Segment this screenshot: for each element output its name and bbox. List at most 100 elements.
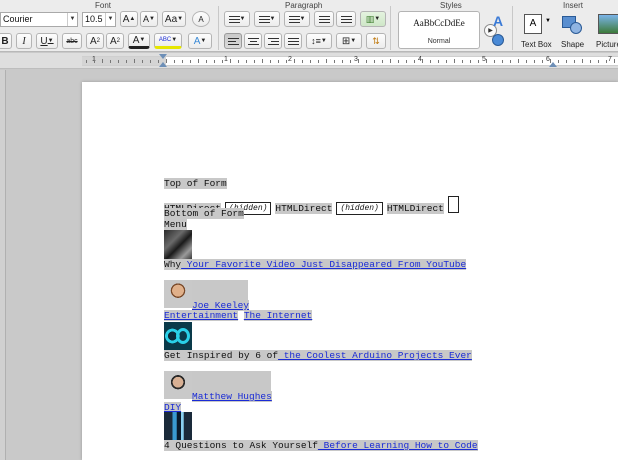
ruler-tick bbox=[534, 60, 535, 63]
ribbon-separator bbox=[512, 6, 513, 50]
article-title-prefix: Get Inspired by 6 of bbox=[164, 350, 279, 361]
right-indent-marker[interactable] bbox=[549, 62, 557, 67]
document-page[interactable]: Top of Form HTMLDirect(hidden)HTMLDirect… bbox=[82, 82, 618, 460]
styles-options-icon[interactable] bbox=[492, 34, 504, 46]
ruler-tick bbox=[374, 60, 375, 63]
clear-formatting-button[interactable]: A bbox=[192, 11, 210, 27]
columns-icon: ▥ bbox=[365, 13, 375, 24]
author-avatar[interactable] bbox=[164, 280, 192, 308]
align-left-button[interactable] bbox=[224, 33, 242, 49]
decrease-indent-button[interactable] bbox=[314, 11, 334, 27]
justify-button[interactable] bbox=[284, 33, 302, 49]
category-link[interactable]: Entertainment bbox=[164, 310, 239, 321]
checkbox-field[interactable] bbox=[447, 196, 459, 213]
change-case-button[interactable]: Aa ▼ bbox=[162, 11, 186, 27]
htmldirect-field[interactable]: HTMLDirect bbox=[275, 203, 333, 214]
ruler-tick bbox=[430, 60, 431, 63]
ruler-tick bbox=[350, 60, 351, 63]
article-title-link[interactable]: Your Favorite Video Just Disappeared Fro… bbox=[181, 259, 467, 270]
italic-button[interactable]: I bbox=[16, 33, 32, 49]
shrink-font-button[interactable]: A ▼ bbox=[140, 11, 158, 27]
article-title-link[interactable]: Before Learning How to Code bbox=[317, 440, 478, 451]
align-right-button[interactable] bbox=[264, 33, 282, 49]
multilevel-list-button[interactable]: ▼ bbox=[284, 11, 310, 27]
font-size-combo[interactable]: 10.5 ▼ bbox=[82, 12, 116, 27]
styles-pane-icon: A bbox=[492, 13, 504, 29]
menu-text: Menu bbox=[164, 219, 187, 230]
strikethrough-button[interactable]: abc bbox=[62, 33, 82, 49]
underline-button[interactable]: U ▼ bbox=[36, 33, 58, 49]
article-thumbnail-image[interactable] bbox=[164, 230, 192, 259]
horizontal-ruler: 1 1 2 3 4 5 6 7 bbox=[0, 53, 618, 69]
text-color-button[interactable]: A ▼ bbox=[128, 33, 150, 49]
highlight-button[interactable]: ABC ▼ bbox=[154, 33, 182, 49]
bullets-icon bbox=[228, 15, 240, 23]
sort-icon: ⇅ bbox=[372, 35, 380, 46]
author-avatar[interactable] bbox=[164, 371, 192, 399]
underline-icon: U bbox=[40, 35, 48, 47]
ruler-tick bbox=[294, 59, 295, 63]
chevron-down-icon[interactable]: ▼ bbox=[105, 13, 115, 26]
shape-label[interactable]: Shape bbox=[561, 40, 584, 49]
increase-indent-button[interactable] bbox=[336, 11, 356, 27]
ribbon: Font Paragraph Styles Insert Courier ▼ 1… bbox=[0, 0, 618, 52]
ruler-tick bbox=[238, 60, 239, 63]
ruler-tick bbox=[606, 60, 607, 63]
ruler-tick bbox=[118, 60, 119, 63]
align-right-icon bbox=[267, 37, 279, 45]
author-link[interactable]: Matthew Hughes bbox=[192, 391, 272, 402]
line-spacing-icon: ↕≡ bbox=[311, 36, 321, 46]
chevron-down-icon[interactable]: ▼ bbox=[67, 13, 77, 26]
font-size-value: 10.5 bbox=[85, 14, 103, 24]
align-center-button[interactable] bbox=[244, 33, 262, 49]
htmldirect-field[interactable]: HTMLDirect bbox=[386, 203, 444, 214]
grow-font-icon: A bbox=[122, 13, 130, 25]
superscript-button[interactable]: A2 bbox=[86, 33, 104, 49]
bullets-button[interactable]: ▼ bbox=[224, 11, 250, 27]
ruler-tick bbox=[526, 60, 527, 63]
ruler-tick bbox=[438, 60, 439, 63]
font-name-combo[interactable]: Courier ▼ bbox=[0, 12, 78, 27]
grow-font-button[interactable]: A ▲ bbox=[120, 11, 138, 27]
left-indent-marker[interactable] bbox=[159, 62, 167, 67]
columns-button[interactable]: ▥ ▼ bbox=[360, 11, 386, 27]
picture-icon[interactable] bbox=[598, 14, 618, 34]
ruler-tick bbox=[486, 59, 487, 63]
picture-label[interactable]: Picture bbox=[596, 40, 618, 49]
ruler-tick bbox=[182, 60, 183, 63]
ruler-tick bbox=[510, 60, 511, 63]
ruler-tick bbox=[518, 59, 519, 63]
italic-icon: I bbox=[22, 35, 26, 47]
text-box-icon[interactable]: A bbox=[524, 14, 542, 34]
justify-icon bbox=[287, 37, 299, 45]
article-thumbnail-image[interactable] bbox=[164, 322, 192, 350]
align-left-icon bbox=[227, 37, 239, 45]
change-case-icon: Aa bbox=[164, 13, 178, 25]
style-name-normal: Normal bbox=[427, 38, 451, 45]
line-spacing-button[interactable]: ↕≡ ▼ bbox=[306, 33, 332, 49]
borders-button[interactable]: ⊞ ▼ bbox=[336, 33, 362, 49]
hidden-field-box[interactable]: (hidden) bbox=[336, 202, 383, 215]
styles-gallery[interactable]: AaBbCcDdEe Normal bbox=[398, 11, 480, 49]
text-effects-button[interactable]: A ▼ bbox=[188, 33, 212, 49]
sort-button[interactable]: ⇅ bbox=[366, 33, 386, 49]
ruler-tick bbox=[358, 59, 359, 63]
chevron-down-icon[interactable]: ▼ bbox=[545, 18, 551, 24]
numbering-button[interactable]: ▼ bbox=[254, 11, 280, 27]
ruler-tick bbox=[94, 60, 95, 63]
group-label-styles: Styles bbox=[440, 1, 462, 10]
ruler-tick bbox=[230, 59, 231, 63]
ruler-tick bbox=[278, 60, 279, 63]
text-box-label[interactable]: Text Box bbox=[521, 40, 552, 49]
ruler-tick bbox=[566, 60, 567, 63]
category-link[interactable]: The Internet bbox=[243, 310, 313, 321]
bold-button[interactable]: B bbox=[0, 33, 12, 49]
ruler-tick bbox=[470, 60, 471, 63]
ruler-tick bbox=[382, 60, 383, 63]
first-line-indent-marker[interactable] bbox=[159, 54, 167, 59]
article-thumbnail-image[interactable] bbox=[164, 412, 192, 440]
styles-pane-button[interactable]: A bbox=[488, 11, 508, 31]
bottom-of-form-text: Bottom of Form bbox=[164, 208, 244, 219]
article-title-link[interactable]: the Coolest Arduino Projects Ever bbox=[278, 350, 472, 361]
subscript-button[interactable]: A2 bbox=[106, 33, 124, 49]
